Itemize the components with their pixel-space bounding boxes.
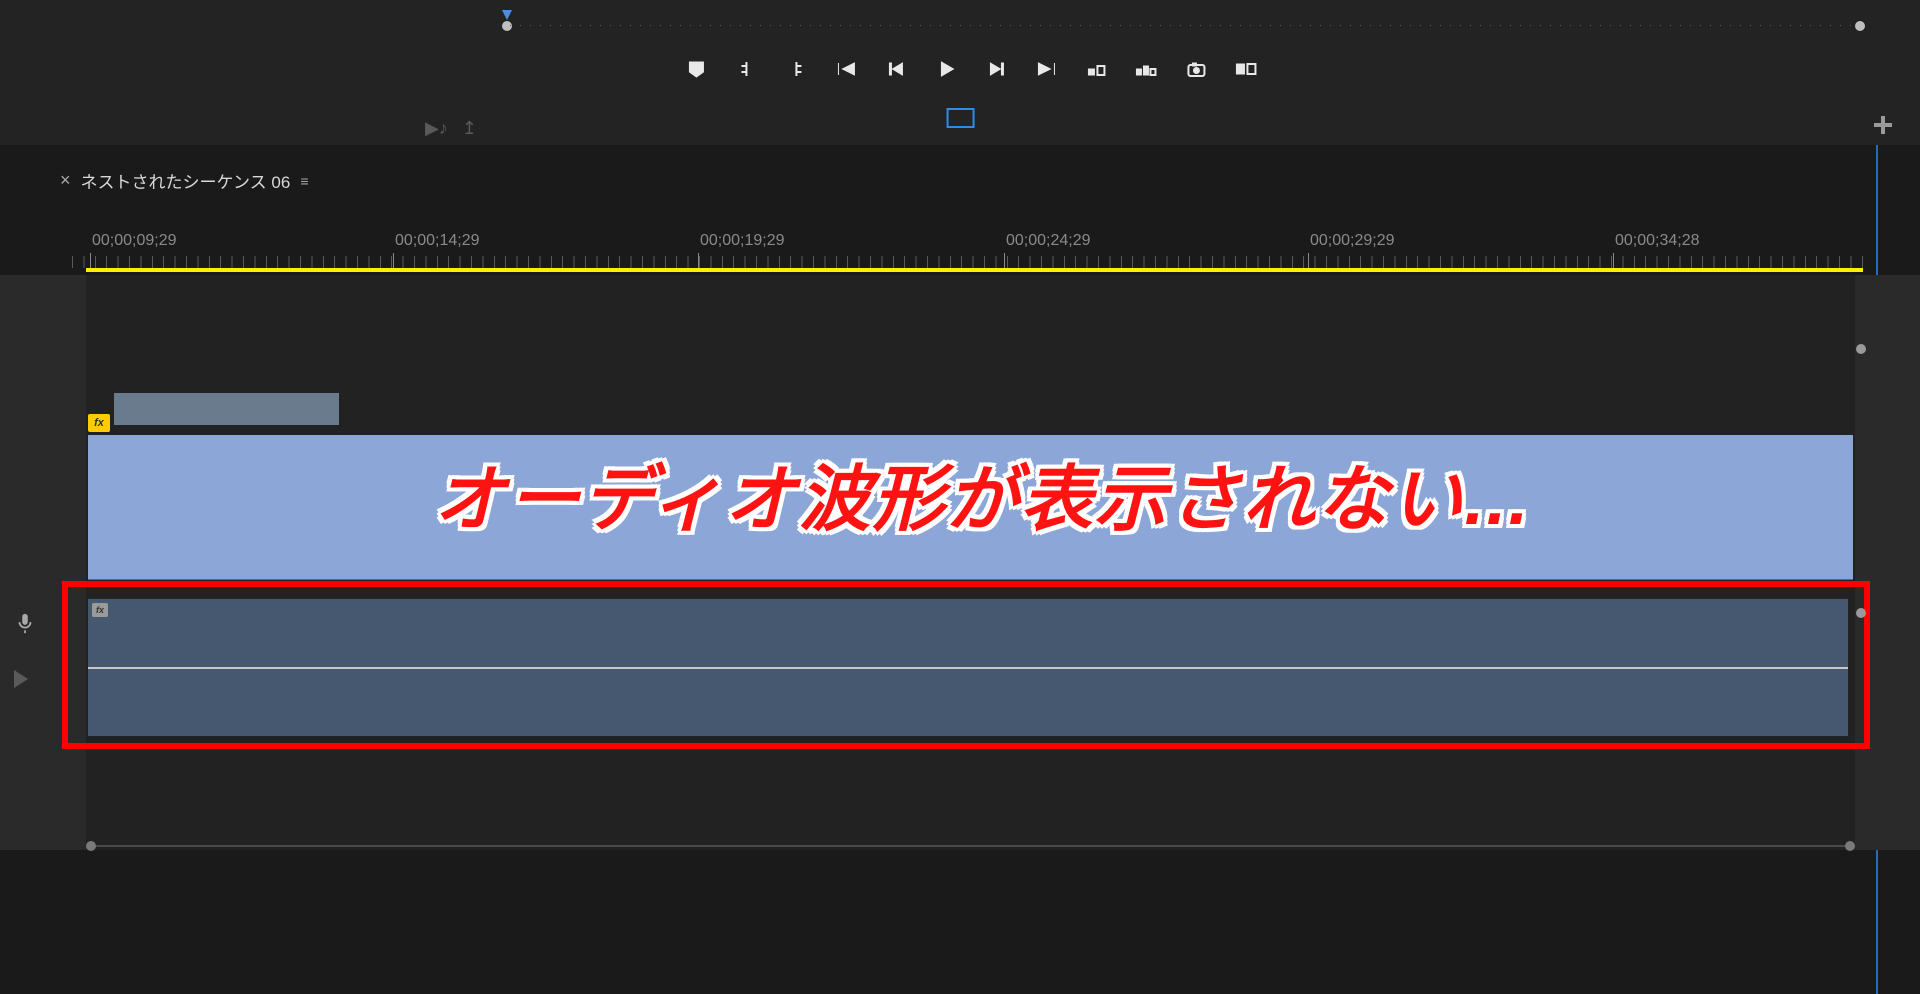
play-button[interactable] <box>935 58 957 80</box>
display-mode-toggle[interactable] <box>947 108 975 128</box>
share-icon[interactable]: ↥ <box>462 118 477 139</box>
audio-fx-badge[interactable]: fx <box>92 603 108 617</box>
ruler-timestamp: 00;00;34;28 <box>1615 232 1700 250</box>
track-edge-handle[interactable] <box>1856 608 1866 618</box>
close-tab-icon[interactable]: × <box>60 170 71 191</box>
export-frame-button[interactable] <box>1185 58 1207 80</box>
add-marker-button[interactable] <box>685 58 707 80</box>
video-fx-badge[interactable]: fx <box>88 414 110 432</box>
video-clip-header <box>114 393 339 425</box>
zoom-handle-right[interactable] <box>1845 841 1855 851</box>
timeline-zoom-scrollbar[interactable] <box>86 840 1855 852</box>
scrub-track <box>510 25 1857 26</box>
zoom-handle-left[interactable] <box>86 841 96 851</box>
audio-route-icon[interactable]: ▶♪ <box>425 118 448 139</box>
audio-zero-line <box>88 667 1848 669</box>
preview-panel: ▶♪ ↥ <box>0 0 1920 145</box>
ruler-timestamp: 00;00;29;29 <box>1310 232 1395 250</box>
sequence-tab[interactable]: × ネストされたシーケンス 06 ≡ <box>60 168 310 193</box>
go-to-out-button[interactable] <box>1035 58 1057 80</box>
voiceover-record-icon[interactable] <box>14 612 36 634</box>
audio-clip-border <box>88 597 1848 599</box>
timeline-ruler[interactable]: 00;00;09;29 00;00;14;29 00;00;19;29 00;00;2… <box>72 228 1865 268</box>
mark-out-button[interactable] <box>785 58 807 80</box>
track-edge-handle[interactable] <box>1856 344 1866 354</box>
timeline-tracks: fx fx <box>0 275 1920 850</box>
lift-button[interactable] <box>1085 58 1107 80</box>
expand-tracks-icon[interactable] <box>14 670 28 688</box>
extract-button[interactable] <box>1135 58 1157 80</box>
step-forward-button[interactable] <box>985 58 1007 80</box>
preview-scrubber[interactable] <box>502 16 1865 36</box>
work-area-bar[interactable] <box>86 268 1863 272</box>
ruler-timestamp: 00;00;19;29 <box>700 232 785 250</box>
video-clip[interactable] <box>88 435 1853 580</box>
add-panel-button[interactable] <box>1872 114 1894 136</box>
ruler-timestamp: 00;00;09;29 <box>92 232 177 250</box>
audio-clip[interactable]: fx <box>88 597 1848 736</box>
ruler-timestamp: 00;00;14;29 <box>395 232 480 250</box>
publish-controls: ▶♪ ↥ <box>425 118 477 139</box>
mark-in-button[interactable] <box>735 58 757 80</box>
scrub-end-dot[interactable] <box>1855 21 1865 31</box>
ruler-ticks <box>72 256 1865 268</box>
scrub-playhead[interactable] <box>502 10 512 28</box>
sequence-tab-label: ネストされたシーケンス 06 <box>81 168 291 193</box>
tab-menu-icon[interactable]: ≡ <box>300 173 310 189</box>
ruler-timestamp: 00;00;24;29 <box>1006 232 1091 250</box>
comparison-view-button[interactable] <box>1235 58 1257 80</box>
zoom-track <box>96 845 1845 847</box>
go-to-in-button[interactable] <box>835 58 857 80</box>
transport-controls <box>685 58 1257 80</box>
step-back-button[interactable] <box>885 58 907 80</box>
